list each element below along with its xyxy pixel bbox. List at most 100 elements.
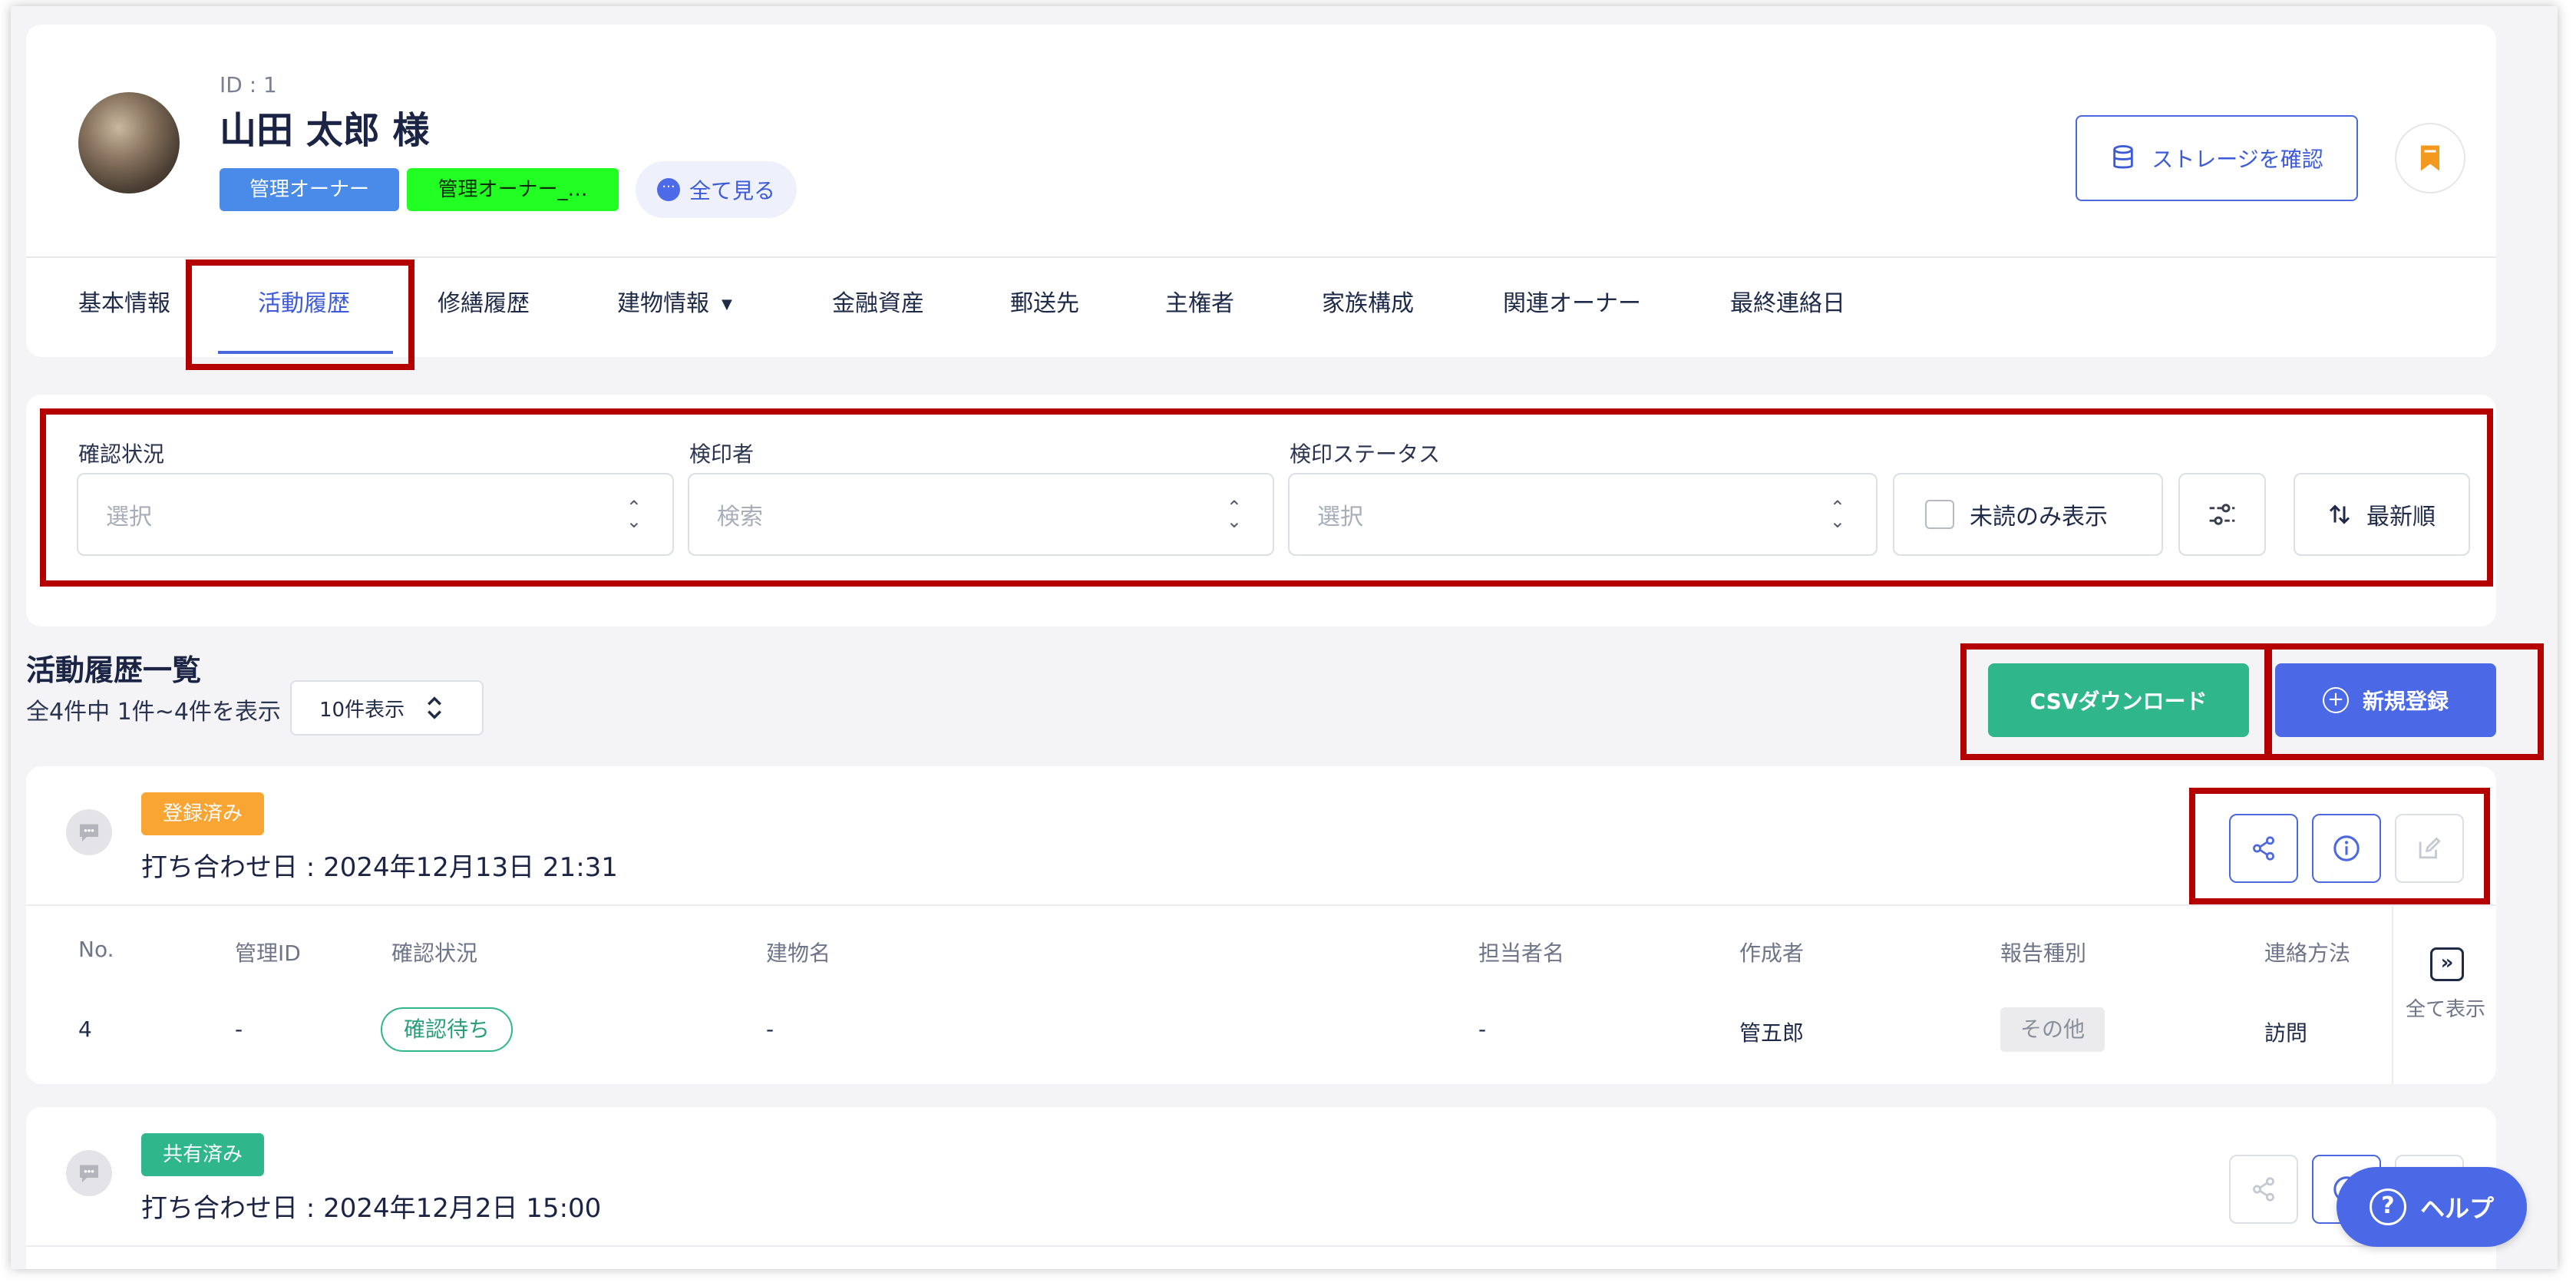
owner-tags: 管理オーナー 管理オーナー_… ··· 全て見る <box>220 161 798 218</box>
confirm-status-pill: 確認待ち <box>381 1007 514 1052</box>
status-badge: 登録済み <box>141 792 265 835</box>
cell-building: - <box>766 1017 774 1042</box>
owner-header-card: ID : 1 山田 太郎 様 管理オーナー 管理オーナー_… ··· 全て見る … <box>26 25 2496 357</box>
confirm-status-select[interactable]: 選択 ⌃ ⌄ <box>77 473 674 556</box>
help-label: ヘルプ <box>2419 1194 2494 1223</box>
chat-bubble-icon <box>66 1150 112 1196</box>
filter-card: 確認状況 選択 ⌃ ⌄ 検印者 検索 ⌃ ⌄ 検印ステータス 選択 ⌃ ⌄ 未読のみ表… <box>26 395 2496 626</box>
show-all-button[interactable]: » 全て表示 <box>2392 904 2496 1084</box>
confirm-status-label: 確認状況 <box>78 441 165 467</box>
card-divider <box>26 1245 2496 1247</box>
tab-bar: 基本情報 活動履歴 修繕履歴 建物情報 ▼ 金融資産 郵送先 主権者 家族構成 関… <box>26 258 2496 357</box>
confirm-status-placeholder: 選択 <box>106 504 152 531</box>
per-page-value: 10件表示 <box>319 698 405 722</box>
share-button[interactable] <box>2229 1155 2298 1224</box>
tab-activity-history[interactable]: 活動履歴 <box>258 258 350 357</box>
active-tab-indicator <box>218 351 393 354</box>
unread-only-checkbox[interactable]: 未読のみ表示 <box>1893 473 2163 556</box>
column-header-creator: 作成者 <box>1739 941 1805 966</box>
sliders-icon <box>2209 504 2235 525</box>
tab-building-info-label: 建物情報 <box>617 290 709 317</box>
inspector-label: 検印者 <box>689 441 755 467</box>
storage-check-button[interactable]: ストレージを確認 <box>2076 115 2358 201</box>
more-dots-icon: ··· <box>657 178 680 201</box>
tab-basic-info[interactable]: 基本情報 <box>78 258 170 357</box>
double-chevron-right-icon: » <box>2430 947 2464 981</box>
csv-download-button[interactable]: CSVダウンロード <box>1988 663 2249 737</box>
column-header-confirm-status: 確認状況 <box>391 941 478 966</box>
share-icon <box>2253 1177 2274 1202</box>
tab-financial-assets[interactable]: 金融資産 <box>832 258 924 357</box>
select-chevron-icon: ⌃ ⌄ <box>1226 497 1242 532</box>
edit-button[interactable] <box>2395 814 2464 883</box>
sort-label: 最新順 <box>2366 504 2436 531</box>
checkbox-icon <box>1925 500 1954 529</box>
list-count: 全4件中 1件~4件を表示 <box>26 699 281 726</box>
filter-settings-button[interactable] <box>2178 473 2266 556</box>
tag-management-owner-2: 管理オーナー_… <box>407 168 619 211</box>
column-header-building: 建物名 <box>766 941 831 966</box>
meeting-date: 打ち合わせ日 : 2024年12月2日 15:00 <box>141 1193 602 1224</box>
bookmark-icon <box>2421 145 2439 171</box>
avatar <box>78 92 180 193</box>
meeting-date: 打ち合わせ日 : 2024年12月13日 21:31 <box>141 852 618 883</box>
tab-last-contact[interactable]: 最終連絡日 <box>1730 258 1845 357</box>
tag-management-owner: 管理オーナー <box>220 168 399 211</box>
per-page-select[interactable]: 10件表示 <box>290 680 484 736</box>
tab-family[interactable]: 家族構成 <box>1322 258 1414 357</box>
tab-sovereign[interactable]: 主権者 <box>1165 258 1234 357</box>
share-button[interactable] <box>2229 814 2298 883</box>
inspection-status-placeholder: 選択 <box>1317 504 1363 531</box>
chevron-updown-icon <box>428 696 442 719</box>
share-icon <box>2253 836 2274 861</box>
list-title: 活動履歴一覧 <box>26 653 202 687</box>
caret-down-icon: ▼ <box>722 296 732 312</box>
select-chevron-icon: ⌃ ⌄ <box>626 497 642 532</box>
plus-circle-icon: + <box>2322 687 2349 713</box>
chat-bubble-icon <box>66 809 112 855</box>
sort-button[interactable]: 最新順 <box>2294 473 2470 556</box>
new-registration-button[interactable]: + 新規登録 <box>2275 663 2496 737</box>
card-divider <box>26 904 2496 906</box>
sort-arrows-icon <box>2329 504 2350 524</box>
owner-name: 山田 太郎 様 <box>220 109 430 152</box>
activity-card: 登録済み 打ち合わせ日 : 2024年12月13日 21:31 No. 管理ID… <box>26 766 2496 1084</box>
owner-id: ID : 1 <box>220 72 277 98</box>
info-button[interactable] <box>2312 814 2381 883</box>
cell-person: - <box>1478 1017 1487 1042</box>
select-chevron-icon: ⌃ ⌄ <box>1829 497 1845 532</box>
inspector-placeholder: 検索 <box>717 504 763 531</box>
question-circle-icon: ? <box>2369 1188 2406 1225</box>
database-icon <box>2113 145 2134 169</box>
column-header-contact-method: 連絡方法 <box>2264 941 2351 966</box>
status-badge: 共有済み <box>141 1133 265 1176</box>
unread-only-label: 未読のみ表示 <box>1970 504 2108 531</box>
activity-card: 共有済み 打ち合わせ日 : 2024年12月2日 15:00 <box>26 1107 2496 1269</box>
edit-icon <box>2419 837 2441 859</box>
show-all-label: 全て表示 <box>2405 998 2485 1021</box>
storage-check-label: ストレージを確認 <box>2152 147 2323 172</box>
new-registration-label: 新規登録 <box>2362 689 2449 714</box>
report-type-pill: その他 <box>2000 1007 2105 1052</box>
inspection-status-select[interactable]: 選択 ⌃ ⌄ <box>1288 473 1878 556</box>
column-header-report-type: 報告種別 <box>2000 941 2087 966</box>
column-header-management-id: 管理ID <box>235 941 301 966</box>
see-all-label: 全て見る <box>689 178 776 203</box>
cell-contact-method: 訪問 <box>2264 1020 2308 1046</box>
column-header-person: 担当者名 <box>1478 941 1565 966</box>
bookmark-button[interactable] <box>2395 123 2465 193</box>
tab-related-owners[interactable]: 関連オーナー <box>1503 258 1641 357</box>
help-button[interactable]: ? ヘルプ <box>2337 1167 2527 1247</box>
see-all-tags-button[interactable]: ··· 全て見る <box>636 161 798 218</box>
tab-repair-history[interactable]: 修繕履歴 <box>438 258 530 357</box>
cell-creator: 管五郎 <box>1739 1020 1805 1046</box>
inspector-search-select[interactable]: 検索 ⌃ ⌄ <box>688 473 1274 556</box>
cell-management-id: - <box>235 1017 243 1042</box>
info-icon <box>2333 835 2360 861</box>
tab-mailing-address[interactable]: 郵送先 <box>1010 258 1079 357</box>
app-window: ID : 1 山田 太郎 様 管理オーナー 管理オーナー_… ··· 全て見る … <box>11 6 2558 1269</box>
cell-no: 4 <box>78 1017 92 1042</box>
column-header-no: No. <box>78 937 114 962</box>
inspection-status-label: 検印ステータス <box>1290 441 1441 467</box>
tab-building-info[interactable]: 建物情報 ▼ <box>617 258 732 357</box>
